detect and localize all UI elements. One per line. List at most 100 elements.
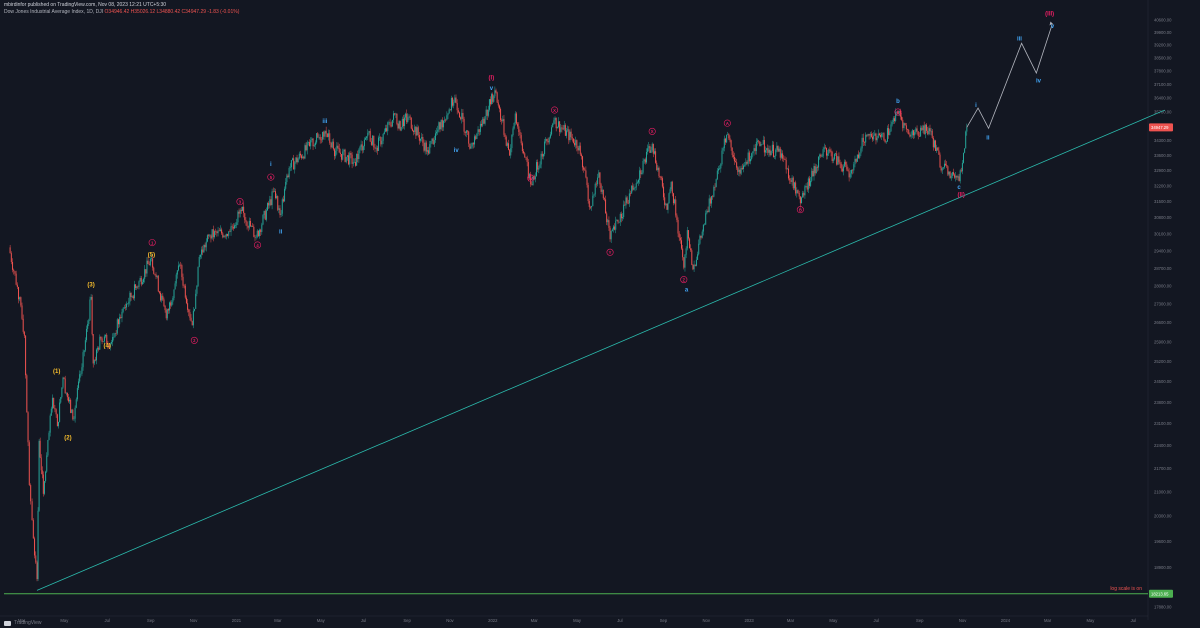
- candle-body: [675, 199, 677, 216]
- candle-body: [525, 157, 527, 158]
- candle-body: [508, 143, 510, 150]
- candle-body: [387, 122, 389, 132]
- candle-body: [575, 140, 577, 146]
- candle-body: [425, 142, 427, 152]
- candle-body: [229, 231, 231, 233]
- candle-body: [463, 118, 465, 132]
- candle-body: [721, 150, 723, 165]
- candle-body: [789, 178, 791, 181]
- candle-body: [833, 154, 835, 160]
- candle-body: [469, 143, 471, 149]
- candle-body: [868, 134, 870, 136]
- candle-body: [270, 199, 272, 206]
- candle-body: [921, 127, 923, 131]
- candle-body: [89, 299, 91, 321]
- candle-body: [20, 297, 22, 306]
- candle-body: [268, 203, 270, 206]
- candle-body: [373, 135, 375, 148]
- candle-body: [726, 134, 728, 143]
- candle-body: [396, 113, 398, 124]
- candle-body: [949, 171, 951, 179]
- wave-label: (2): [64, 436, 71, 442]
- footer: TradingView: [4, 620, 42, 626]
- candle-body: [553, 120, 555, 124]
- candle-body: [265, 210, 267, 220]
- candle-body: [120, 317, 122, 319]
- candle-body: [608, 220, 610, 228]
- candle-body: [732, 154, 734, 157]
- candle-body: [100, 336, 102, 339]
- candle-body: [886, 128, 888, 142]
- candle-body: [163, 299, 165, 306]
- candle-body: [95, 349, 97, 361]
- candle-body: [884, 139, 886, 143]
- candle-body: [236, 222, 238, 226]
- candle-body: [567, 129, 569, 131]
- candle-body: [391, 119, 393, 127]
- y-tick-label: 20300.00: [1154, 514, 1172, 519]
- candle-body: [946, 165, 948, 167]
- candle-body: [471, 142, 473, 147]
- candle-body: [870, 133, 872, 137]
- candle-body: [348, 155, 350, 165]
- y-tick-label: 28000.00: [1154, 283, 1172, 288]
- candle-body: [38, 440, 40, 511]
- candle-body: [771, 144, 773, 152]
- candle-body: [716, 170, 718, 180]
- candle-body: [169, 302, 171, 311]
- candles: [9, 86, 968, 582]
- candle-body: [320, 139, 322, 141]
- candle-body: [47, 439, 49, 456]
- candle-body: [35, 555, 37, 563]
- candle-body: [757, 140, 759, 142]
- candle-body: [609, 227, 611, 240]
- candle-body: [685, 248, 687, 255]
- wave-label: 1: [151, 240, 154, 245]
- candle-body: [939, 154, 941, 168]
- x-tick-label: 2022: [488, 618, 498, 623]
- candle-body: [855, 158, 857, 162]
- candle-body: [282, 199, 284, 202]
- candle-body: [66, 392, 68, 398]
- candle-body: [803, 193, 805, 196]
- candle-body: [143, 278, 145, 283]
- candle-body: [963, 152, 965, 163]
- candle-body: [814, 166, 816, 174]
- candle-body: [477, 129, 479, 135]
- candle-body: [769, 149, 771, 156]
- candle-body: [598, 172, 600, 178]
- candle-body: [99, 336, 101, 350]
- candle-body: [682, 248, 684, 258]
- candle-body: [569, 131, 571, 141]
- candle-body: [820, 154, 822, 157]
- projection-path: [966, 23, 1053, 130]
- wave-label: Z: [683, 277, 686, 282]
- price-chart[interactable]: 40600.00 39900.00 39200.00 38500.00 37800.00…: [0, 0, 1200, 628]
- candle-body: [215, 231, 217, 232]
- candle-body: [211, 229, 213, 239]
- candle-body: [53, 397, 55, 408]
- candle-body: [495, 90, 497, 93]
- candle-body: [167, 309, 169, 311]
- candle-body: [915, 128, 917, 133]
- candle-body: [798, 192, 800, 197]
- candle-body: [350, 153, 352, 155]
- candle-body: [786, 168, 788, 170]
- candle-body: [687, 230, 689, 239]
- wave-label: B: [799, 207, 802, 212]
- candle-body: [191, 321, 193, 326]
- candle-body: [176, 270, 178, 275]
- candle-body: [504, 134, 506, 137]
- candle-body: [462, 112, 464, 119]
- candle-body: [938, 150, 940, 155]
- candle-body: [782, 153, 784, 159]
- y-tick-label: 29400.00: [1154, 249, 1172, 254]
- candle-body: [761, 144, 763, 145]
- candle-body: [130, 292, 132, 298]
- candle-body: [559, 121, 561, 132]
- candle-body: [779, 148, 781, 158]
- candle-body: [295, 157, 297, 163]
- log-scale-note: log scale is on: [1110, 586, 1142, 592]
- candle-body: [329, 133, 331, 143]
- candle-body: [889, 131, 891, 136]
